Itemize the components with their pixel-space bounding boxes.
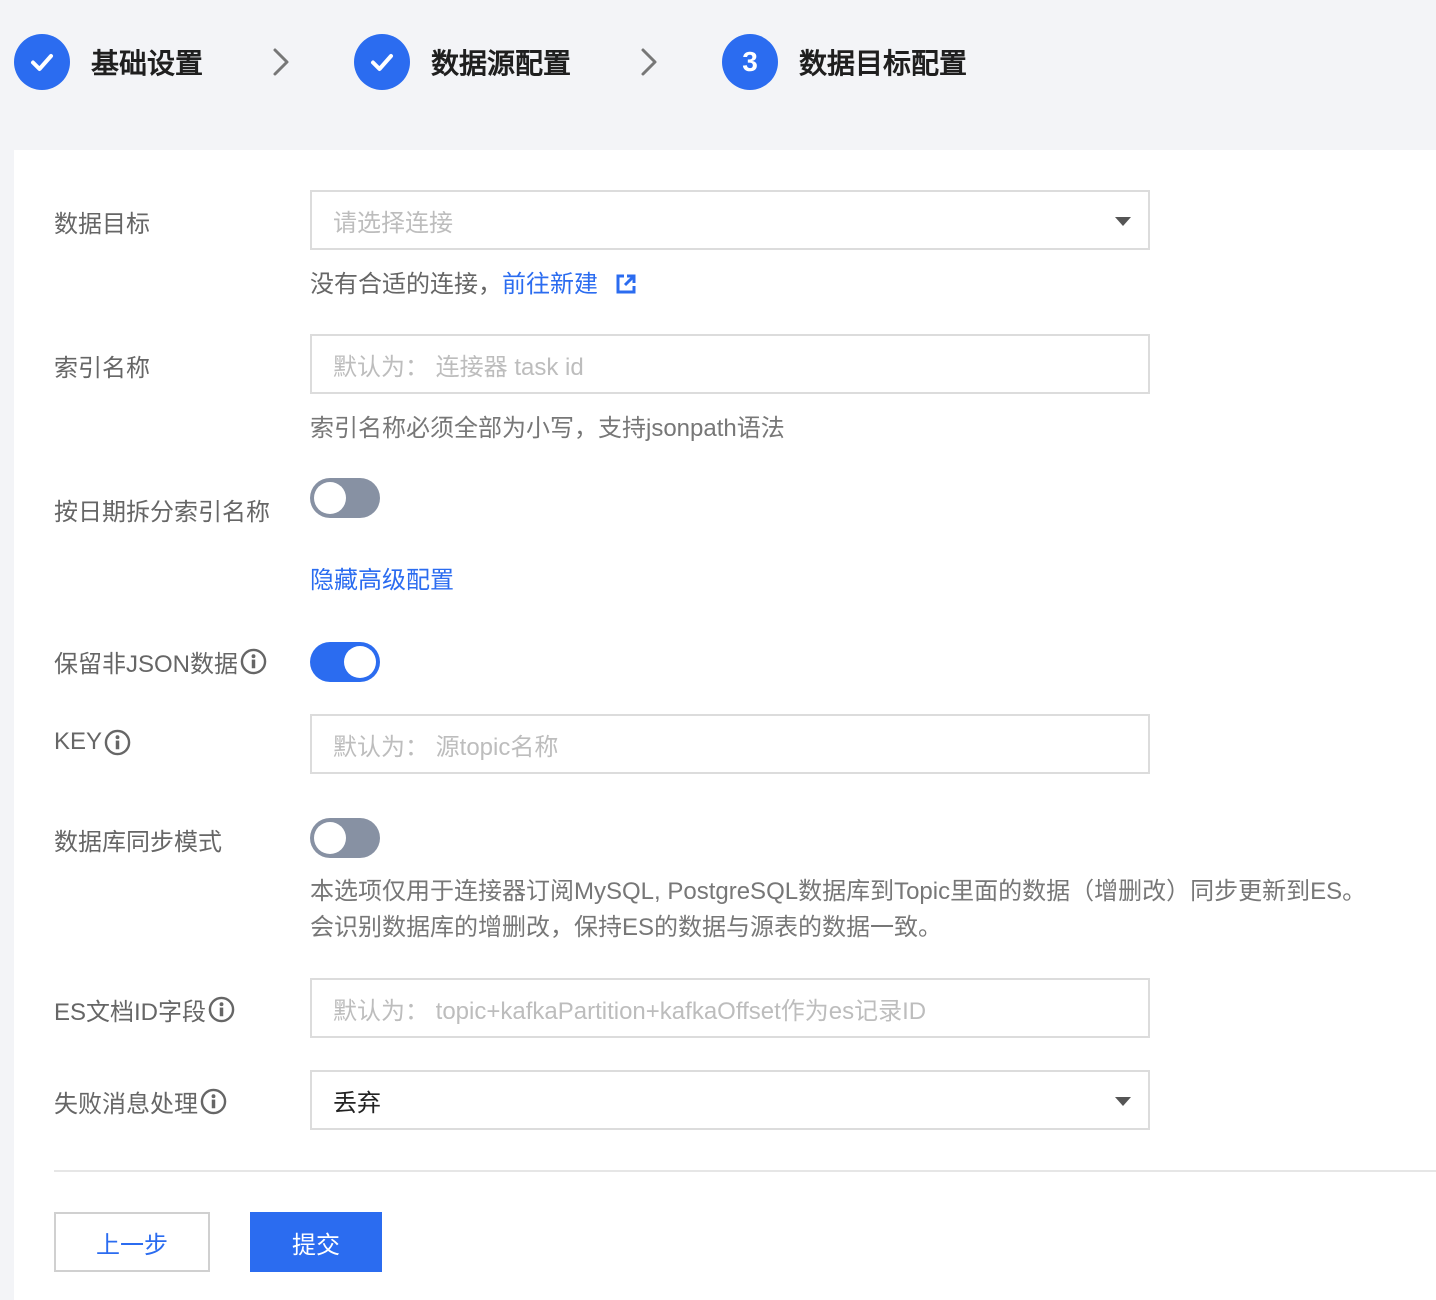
submit-button[interactable]: 提交 bbox=[250, 1212, 382, 1272]
caret-down-icon bbox=[1115, 1097, 1131, 1106]
step-target-config[interactable]: 3 数据目标配置 bbox=[722, 34, 967, 90]
key-label: KEY bbox=[54, 728, 131, 756]
chevron-right-icon bbox=[641, 48, 657, 76]
es-doc-id-input[interactable]: 默认为： topic+kafkaPartition+kafkaOffset作为e… bbox=[310, 978, 1150, 1038]
keep-non-json-toggle[interactable] bbox=[310, 642, 380, 682]
db-sync-help-line1: 本选项仅用于连接器订阅MySQL, PostgreSQL数据库到Topic里面的… bbox=[310, 878, 1367, 905]
step-number: 3 bbox=[722, 34, 778, 90]
db-sync-toggle[interactable] bbox=[310, 818, 380, 858]
split-by-date-label: 按日期拆分索引名称 bbox=[54, 499, 270, 526]
info-icon[interactable] bbox=[200, 1088, 227, 1115]
target-help-text: 没有合适的连接， bbox=[310, 271, 502, 298]
info-icon[interactable] bbox=[104, 729, 131, 756]
es-doc-id-placeholder: 默认为： topic+kafkaPartition+kafkaOffset作为e… bbox=[333, 997, 927, 1025]
target-select[interactable]: 请选择连接 bbox=[310, 190, 1150, 250]
keep-non-json-label: 保留非JSON数据 bbox=[54, 644, 267, 679]
chevron-right-icon bbox=[273, 48, 289, 76]
check-icon bbox=[354, 34, 410, 90]
toggle-knob bbox=[344, 646, 376, 678]
key-text: KEY bbox=[54, 728, 103, 755]
db-sync-label: 数据库同步模式 bbox=[54, 829, 222, 856]
index-name-input[interactable]: 默认为： 连接器 task id bbox=[310, 334, 1150, 394]
step-label: 基础设置 bbox=[91, 48, 204, 79]
fail-handling-value: 丢弃 bbox=[333, 1089, 381, 1117]
key-placeholder: 默认为： 源topic名称 bbox=[333, 733, 559, 761]
hide-advanced-link[interactable]: 隐藏高级配置 bbox=[310, 563, 454, 599]
index-name-label: 索引名称 bbox=[54, 355, 150, 382]
es-doc-id-text: ES文档ID字段 bbox=[54, 999, 207, 1026]
key-input[interactable]: 默认为： 源topic名称 bbox=[310, 714, 1150, 774]
info-icon[interactable] bbox=[240, 648, 267, 675]
footer-divider bbox=[54, 1170, 1436, 1172]
external-link-icon[interactable] bbox=[615, 273, 637, 295]
step-basic-settings[interactable]: 基础设置 bbox=[14, 34, 203, 90]
fail-handling-text: 失败消息处理 bbox=[54, 1091, 198, 1118]
toggle-knob bbox=[314, 482, 346, 514]
index-name-placeholder: 默认为： 连接器 task id bbox=[333, 353, 584, 381]
create-connection-link[interactable]: 前往新建 bbox=[502, 271, 598, 298]
split-by-date-toggle[interactable] bbox=[310, 478, 380, 518]
steps-header: 基础设置 数据源配置 3 数据目标配置 bbox=[0, 0, 1436, 128]
fail-handling-select[interactable]: 丢弃 bbox=[310, 1070, 1150, 1130]
step-source-config[interactable]: 数据源配置 bbox=[354, 34, 571, 90]
target-label: 数据目标 bbox=[54, 211, 150, 238]
index-name-help: 索引名称必须全部为小写，支持jsonpath语法 bbox=[310, 415, 785, 442]
toggle-knob bbox=[314, 822, 346, 854]
step-label: 数据目标配置 bbox=[799, 48, 968, 79]
db-sync-help-line2: 会识别数据库的增删改，保持ES的数据与源表的数据一致。 bbox=[310, 914, 943, 941]
es-doc-id-label: ES文档ID字段 bbox=[54, 992, 235, 1027]
keep-non-json-text: 保留非JSON数据 bbox=[54, 651, 239, 678]
target-help: 没有合适的连接，前往新建 bbox=[310, 267, 637, 303]
form-card: 数据目标 请选择连接 没有合适的连接，前往新建 索引名称 默认为： 连接器 ta… bbox=[14, 150, 1436, 1300]
target-placeholder: 请选择连接 bbox=[333, 209, 453, 237]
info-icon[interactable] bbox=[208, 996, 235, 1023]
prev-step-button[interactable]: 上一步 bbox=[54, 1212, 210, 1272]
step-label: 数据源配置 bbox=[431, 48, 572, 79]
check-icon bbox=[14, 34, 70, 90]
fail-handling-label: 失败消息处理 bbox=[54, 1084, 227, 1119]
caret-down-icon bbox=[1115, 217, 1131, 226]
